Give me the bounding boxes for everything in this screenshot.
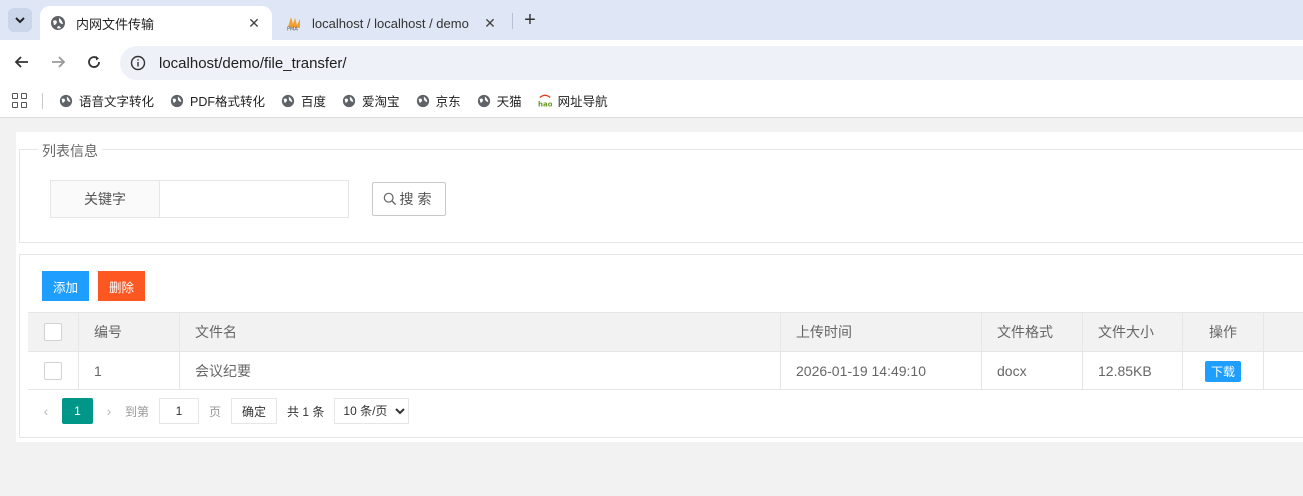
globe-icon <box>477 94 490 107</box>
globe-icon <box>416 94 429 107</box>
fieldset-legend: 列表信息 <box>38 141 102 161</box>
plus-icon[interactable]: + <box>520 9 540 31</box>
delete-button[interactable]: 删除 <box>98 271 145 301</box>
svg-text:PMA: PMA <box>287 27 298 32</box>
bookmark-item[interactable]: 百度 <box>281 91 326 110</box>
total-count: 共 1 条 <box>287 404 325 419</box>
apps-grid-icon[interactable] <box>12 92 28 109</box>
url-text: localhost/demo/file_transfer/ <box>159 54 347 72</box>
reload-icon[interactable] <box>82 50 106 74</box>
phpmyadmin-icon: PMA <box>286 15 302 31</box>
tab-title: localhost / localhost / demo <box>312 15 469 31</box>
header-id: 编号 <box>79 313 180 351</box>
goto-page-input[interactable] <box>159 398 200 424</box>
bookmark-item[interactable]: 爱淘宝 <box>342 91 400 110</box>
globe-icon <box>59 94 73 107</box>
forward-arrow-icon[interactable] <box>46 50 70 74</box>
svg-text:hao: hao <box>538 100 552 108</box>
table-row: 1 会议纪要 2026-01-19 14:49:10 docx 12.85KB … <box>28 351 1303 390</box>
file-table: 编号 文件名 上传时间 文件格式 文件大小 操作 1 会议纪要 2026-01-… <box>28 312 1303 390</box>
globe-icon <box>50 15 66 31</box>
download-button[interactable]: 下载 <box>1205 360 1241 382</box>
browser-toolbar: localhost/demo/file_transfer/ <box>0 40 1303 84</box>
info-icon[interactable] <box>130 55 146 71</box>
bookmarks-bar: 语音文字转化 PDF格式转化 百度 爱淘宝 京东 天猫 hao 网址导航 <box>0 84 1303 118</box>
header-size: 文件大小 <box>1083 313 1183 351</box>
page-unit-label: 页 <box>209 404 222 419</box>
search-fieldset: 列表信息 关键字 搜索 <box>19 141 1303 243</box>
main-panel: 列表信息 关键字 搜索 添加 删除 编号 文件名 上传时间 文件格式 文件大小 … <box>16 132 1303 442</box>
search-icon <box>383 192 396 206</box>
globe-icon <box>342 94 356 107</box>
bookmark-label: 网址导航 <box>557 95 608 109</box>
tab-separator <box>512 13 513 29</box>
chevron-down-icon <box>15 17 25 24</box>
hao-icon: hao <box>538 94 552 108</box>
close-icon[interactable]: ✕ <box>246 15 262 31</box>
bookmark-label: 语音文字转化 <box>79 95 155 109</box>
bookmark-label: 天猫 <box>496 95 522 109</box>
select-all-checkbox[interactable] <box>44 323 62 341</box>
bookmark-item[interactable]: 天猫 <box>477 91 522 110</box>
keyword-input[interactable] <box>159 180 349 218</box>
header-checkbox-cell <box>28 313 79 351</box>
bookmark-separator <box>42 92 43 109</box>
search-button-label: 搜索 <box>399 191 436 207</box>
page-size-select[interactable]: 10 条/页 <box>334 398 410 424</box>
globe-icon <box>281 94 295 107</box>
tab-strip: 内网文件传输 ✕ PMA localhost / localhost / dem… <box>0 0 1303 40</box>
confirm-page-button[interactable]: 确定 <box>231 398 278 424</box>
bookmark-item[interactable]: 语音文字转化 <box>59 91 154 110</box>
header-action: 操作 <box>1183 313 1264 351</box>
cell-action: 下载 <box>1183 352 1264 390</box>
tab-phpmyadmin[interactable]: PMA localhost / localhost / demo ✕ <box>276 6 508 40</box>
bookmark-item[interactable]: hao 网址导航 <box>538 91 608 110</box>
prev-page-icon[interactable]: ‹ <box>36 398 56 424</box>
row-checkbox[interactable] <box>44 362 62 380</box>
page-content: 列表信息 关键字 搜索 添加 删除 编号 文件名 上传时间 文件格式 文件大小 … <box>0 119 1303 496</box>
cell-upload-time: 2026-01-19 14:49:10 <box>781 352 982 390</box>
search-button[interactable]: 搜索 <box>372 182 446 216</box>
bookmark-label: PDF格式转化 <box>190 95 266 109</box>
cell-filler <box>1264 352 1303 390</box>
address-bar[interactable]: localhost/demo/file_transfer/ <box>120 46 1303 80</box>
cell-format: docx <box>982 352 1083 390</box>
pagination: ‹ 1 › 到第 页 确定 共 1 条 10 条/页 <box>36 398 410 424</box>
bookmark-label: 百度 <box>301 95 327 109</box>
bookmark-item[interactable]: PDF格式转化 <box>170 91 265 110</box>
bookmark-label: 京东 <box>435 95 461 109</box>
tab-file-transfer[interactable]: 内网文件传输 ✕ <box>40 6 272 40</box>
bookmark-label: 爱淘宝 <box>362 95 400 109</box>
table-header-row: 编号 文件名 上传时间 文件格式 文件大小 操作 <box>28 312 1303 351</box>
cell-id: 1 <box>79 352 180 390</box>
globe-icon <box>170 94 184 107</box>
close-icon[interactable]: ✕ <box>482 15 498 31</box>
row-checkbox-cell <box>28 352 79 390</box>
next-page-icon[interactable]: › <box>99 398 119 424</box>
current-page[interactable]: 1 <box>62 398 93 424</box>
keyword-label: 关键字 <box>50 180 160 218</box>
back-arrow-icon[interactable] <box>10 50 34 74</box>
goto-label: 到第 <box>125 404 150 419</box>
header-upload-time: 上传时间 <box>781 313 982 351</box>
add-button[interactable]: 添加 <box>42 271 89 301</box>
header-filler <box>1264 313 1303 351</box>
header-format: 文件格式 <box>982 313 1083 351</box>
header-filename: 文件名 <box>180 313 781 351</box>
tab-search-button[interactable] <box>8 8 32 32</box>
bookmark-item[interactable]: 京东 <box>416 91 461 110</box>
tab-title: 内网文件传输 <box>76 16 155 32</box>
cell-filename: 会议纪要 <box>180 352 781 390</box>
cell-size: 12.85KB <box>1083 352 1183 390</box>
table-area: 添加 删除 编号 文件名 上传时间 文件格式 文件大小 操作 1 会议纪要 20… <box>19 254 1303 438</box>
